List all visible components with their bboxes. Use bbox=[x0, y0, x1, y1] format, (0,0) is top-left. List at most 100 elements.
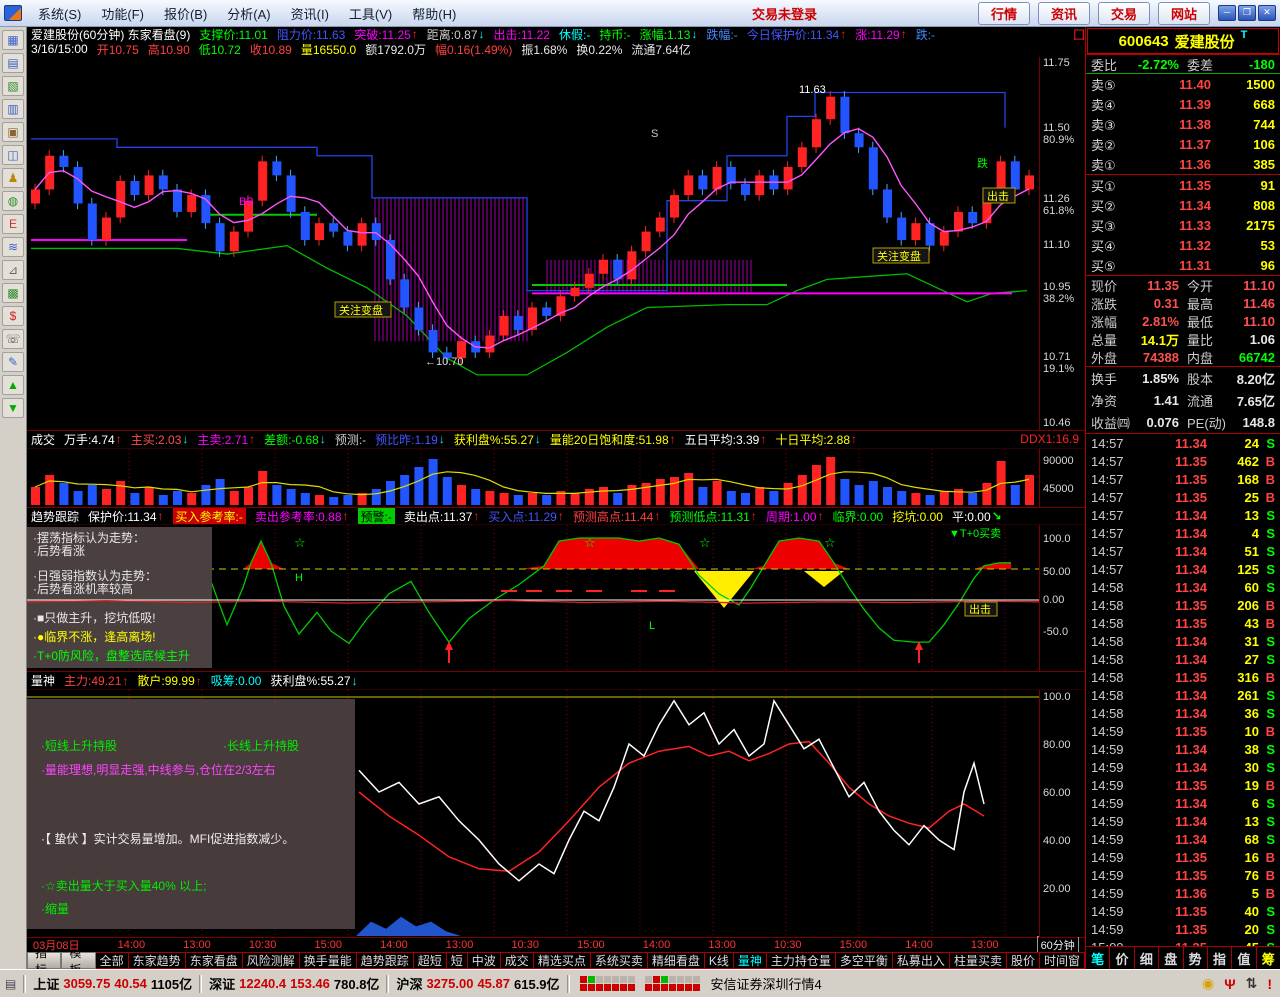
quick-button-4[interactable]: 网站 bbox=[1157, 1, 1210, 25]
alert-icon[interactable]: ! bbox=[1267, 976, 1272, 992]
indicator-tab-主力持仓量[interactable]: 主力持仓量 bbox=[766, 952, 836, 969]
indicator-tab-换手量能[interactable]: 换手量能 bbox=[299, 952, 357, 969]
order-level-row[interactable]: 卖④ 11.39 668 bbox=[1086, 94, 1280, 114]
indicator-tab-短[interactable]: 短 bbox=[446, 952, 468, 969]
star-marker-icon: ☆ bbox=[699, 535, 711, 550]
calendar-icon[interactable]: ▣ bbox=[2, 122, 24, 142]
quote-tab-4[interactable]: 盘 bbox=[1158, 947, 1182, 969]
order-level-row[interactable]: 卖① 11.36 385 bbox=[1086, 154, 1280, 174]
index-change: 153.46 bbox=[290, 976, 330, 991]
down-arrow-icon[interactable]: ▼ bbox=[2, 398, 24, 418]
order-level-row[interactable]: 买① 11.35 91 bbox=[1086, 175, 1280, 195]
quote-tab-6[interactable]: 指 bbox=[1206, 947, 1231, 969]
bid-levels: 买① 11.35 91 买② 11.34 808 买③ 11.33 2175 买④ 11.32 53 买… bbox=[1086, 175, 1280, 275]
menu-item-6[interactable]: 工具(V) bbox=[339, 2, 402, 25]
indicator-tab-东家趋势[interactable]: 东家趋势 bbox=[128, 952, 186, 969]
tick-row: 14:58 11.34 60 S bbox=[1086, 578, 1280, 596]
indicator-tab-风险测解[interactable]: 风险测解 bbox=[242, 952, 300, 969]
quote-tab-7[interactable]: 值 bbox=[1231, 947, 1255, 969]
indicator-tab-成交[interactable]: 成交 bbox=[500, 952, 534, 969]
info-segment: 流通7.64亿 bbox=[631, 42, 690, 57]
wave-icon[interactable]: ≋ bbox=[2, 237, 24, 257]
order-level-row[interactable]: 买④ 11.32 53 bbox=[1086, 235, 1280, 255]
indicator-tab-全部[interactable]: 全部 bbox=[95, 952, 129, 969]
order-level-row[interactable]: 卖⑤ 11.40 1500 bbox=[1086, 74, 1280, 94]
indicator-tab-时间窗[interactable]: 时间窗 bbox=[1039, 952, 1085, 969]
quote-grid-icon[interactable]: ▦ bbox=[2, 30, 24, 50]
ruler-icon[interactable]: ⊿ bbox=[2, 260, 24, 280]
order-level-row[interactable]: 买③ 11.33 2175 bbox=[1086, 215, 1280, 235]
quote-panel: 600643 爱建股份 T 委比 -2.72% 委差 -180 卖⑤ 11.40 1… bbox=[1085, 27, 1280, 969]
globe-icon[interactable]: ◍ bbox=[2, 191, 24, 211]
trend-arrow-icon: ↓ bbox=[478, 27, 485, 42]
indicator-tab-系统买卖[interactable]: 系统买卖 bbox=[590, 952, 648, 969]
indicator-tab-股价[interactable]: 股价 bbox=[1006, 952, 1040, 969]
indicator-tab-量神[interactable]: 量神 bbox=[733, 952, 767, 969]
indicator-tab-K线[interactable]: K线 bbox=[704, 952, 734, 969]
kline-chart[interactable]: 11.63S跌出击关注变盘关注变盘←10.70BB bbox=[27, 57, 1039, 430]
indicator-tab-多空平衡[interactable]: 多空平衡 bbox=[835, 952, 893, 969]
board-icon[interactable]: ▤ bbox=[2, 53, 24, 73]
etf-icon[interactable]: E bbox=[2, 214, 24, 234]
trend-chart[interactable]: ·摆荡指标认为走势：·后势看涨 ·日强弱指数认为走势：·后势看涨机率较高 ·■只做主… bbox=[27, 525, 1039, 672]
users-icon[interactable]: ♟ bbox=[2, 168, 24, 188]
liangshen-chart[interactable]: ·短线上升持股 ·长线上升持股 ·量能理想,明显走强,中线参与,仓位在2/3左右 ·【… bbox=[27, 690, 1039, 938]
indicator-tab-精选买点[interactable]: 精选买点 bbox=[533, 952, 591, 969]
up-arrow-icon[interactable]: ▲ bbox=[2, 375, 24, 395]
minimize-button[interactable]: ─ bbox=[1218, 5, 1236, 21]
updown-arrows-icon[interactable]: ⇅ bbox=[1246, 975, 1258, 992]
info-field: 趋势跟踪 bbox=[31, 509, 80, 524]
tick-time: 14:59 bbox=[1091, 813, 1124, 829]
antenna-icon[interactable]: Ψ bbox=[1224, 976, 1235, 992]
menu-item-4[interactable]: 分析(A) bbox=[217, 2, 280, 25]
indicator-tab-精细看盘[interactable]: 精细看盘 bbox=[647, 952, 705, 969]
tab-button-2[interactable]: 模板 bbox=[61, 952, 96, 969]
indicator-tab-柱量买卖[interactable]: 柱量买卖 bbox=[949, 952, 1007, 969]
pen-icon[interactable]: ✎ bbox=[2, 352, 24, 372]
restore-button[interactable]: ❐ bbox=[1238, 5, 1256, 21]
tick-time: 14:59 bbox=[1091, 723, 1124, 739]
order-level-row[interactable]: 买② 11.34 808 bbox=[1086, 195, 1280, 215]
quote-row: 净资 1.41 流通 7.65亿 bbox=[1086, 389, 1280, 411]
indicator-tab-东家看盘[interactable]: 东家看盘 bbox=[185, 952, 243, 969]
tick-volume: 43 bbox=[1244, 615, 1259, 631]
level-volume: 91 bbox=[1260, 177, 1275, 193]
fund-coin-icon[interactable]: ◉ bbox=[1202, 975, 1214, 992]
menu-item-5[interactable]: 资讯(I) bbox=[281, 2, 339, 25]
time-label: 15:00 bbox=[839, 939, 868, 952]
close-button[interactable]: ✕ bbox=[1258, 5, 1276, 21]
quick-button-3[interactable]: 交易 bbox=[1097, 1, 1150, 25]
tab-button-1[interactable]: 指标 bbox=[27, 952, 62, 969]
table-icon[interactable]: ▥ bbox=[2, 99, 24, 119]
money-icon[interactable]: $ bbox=[2, 306, 24, 326]
quote-tab-5[interactable]: 势 bbox=[1182, 947, 1207, 969]
order-level-row[interactable]: 卖② 11.37 106 bbox=[1086, 134, 1280, 154]
quote-tab-2[interactable]: 价 bbox=[1109, 947, 1133, 969]
menu-item-2[interactable]: 功能(F) bbox=[91, 2, 154, 25]
fund-icon[interactable]: ▩ bbox=[2, 283, 24, 303]
monitor-icon[interactable]: ◫ bbox=[2, 145, 24, 165]
tick-volume: 13 bbox=[1244, 507, 1259, 523]
info-field: 阻力价:11.63 bbox=[276, 27, 346, 42]
menu-item-7[interactable]: 帮助(H) bbox=[402, 2, 466, 25]
menu-item-3[interactable]: 报价(B) bbox=[154, 2, 217, 25]
order-level-row[interactable]: 卖③ 11.38 744 bbox=[1086, 114, 1280, 134]
axis-label: 80.9% bbox=[1043, 133, 1075, 146]
menu-item-1[interactable]: 系统(S) bbox=[28, 2, 91, 25]
order-level-row[interactable]: 买⑤ 11.31 96 bbox=[1086, 255, 1280, 275]
quote-tab-8[interactable]: 筹 bbox=[1255, 947, 1280, 969]
quote-tab-3[interactable]: 细 bbox=[1133, 947, 1158, 969]
indicator-tab-超短[interactable]: 超短 bbox=[413, 952, 447, 969]
level-price: 11.36 bbox=[1179, 156, 1211, 172]
tick-time: 14:58 bbox=[1091, 651, 1124, 667]
quick-button-1[interactable]: 行情 bbox=[977, 1, 1030, 25]
quick-button-2[interactable]: 资讯 bbox=[1037, 1, 1090, 25]
volume-chart[interactable] bbox=[27, 448, 1039, 507]
indicator-tab-私募出入[interactable]: 私募出入 bbox=[892, 952, 950, 969]
indicator-tab-趋势跟踪[interactable]: 趋势跟踪 bbox=[356, 952, 414, 969]
index-label: 深证 bbox=[209, 977, 236, 992]
phone-icon[interactable]: ☏ bbox=[2, 329, 24, 349]
indicator-tab-中波[interactable]: 中波 bbox=[467, 952, 501, 969]
chart-icon[interactable]: ▧ bbox=[2, 76, 24, 96]
quote-tab-1[interactable]: 笔 bbox=[1086, 947, 1109, 969]
